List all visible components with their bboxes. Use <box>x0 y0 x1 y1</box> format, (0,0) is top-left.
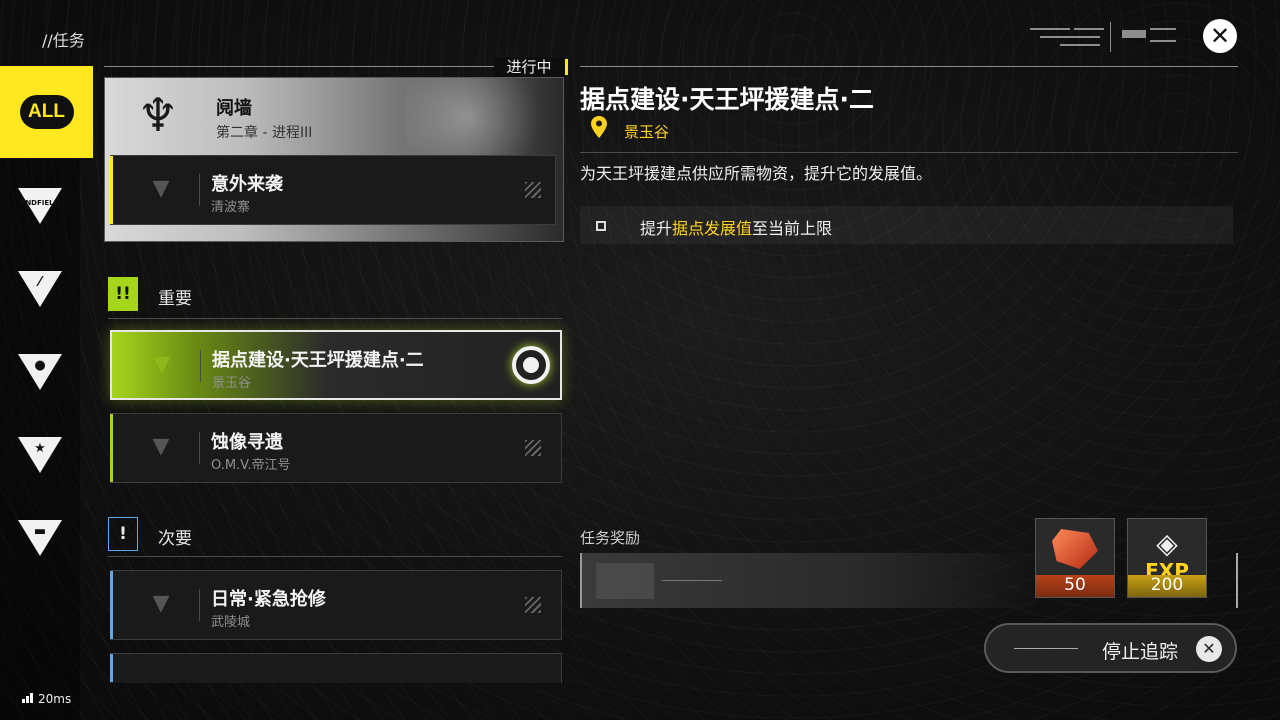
star-icon: ★ <box>18 437 62 473</box>
tracking-target-icon[interactable] <box>512 346 550 384</box>
quest-location: O.M.V.帝江号 <box>211 458 291 473</box>
person-icon: ● <box>18 354 62 390</box>
quest-location: 武陵城 <box>211 615 251 630</box>
section-divider <box>108 318 562 319</box>
endfield-logo-icon: ▼ <box>152 176 170 201</box>
important-section-icon: !! <box>108 277 138 311</box>
section-divider <box>108 556 562 557</box>
chapter-subtitle: 第二章 - 进程III <box>216 125 313 141</box>
arrow-icon <box>662 580 722 581</box>
sidebar-item-person[interactable]: ● <box>0 336 80 408</box>
endfield-logo-icon: ▼ <box>153 352 171 377</box>
important-section-label: 重要 <box>158 289 192 309</box>
endfield-logo-icon: ▼ <box>152 434 170 459</box>
quest-location: 景玉谷 <box>212 376 252 391</box>
reward-quantity: 200 <box>1150 575 1184 595</box>
crystal-reward-icon <box>1052 529 1098 569</box>
breadcrumb: //任务 <box>42 31 85 50</box>
exp-reward[interactable]: ◈ EXP 200 <box>1127 518 1207 598</box>
network-latency: 20ms <box>22 692 71 706</box>
minor-section-icon: ! <box>108 517 138 551</box>
sidebar-item-endfield[interactable]: ENDFIELD <box>0 170 80 242</box>
quest-title: 蚀像寻遗 <box>211 432 283 453</box>
close-button[interactable]: ✕ <box>1203 19 1237 53</box>
chapter-title: 阋墙 <box>216 98 252 119</box>
hud-decoration <box>1030 22 1180 52</box>
rewards-label: 任务奖励 <box>580 529 641 547</box>
supply-crate-icon <box>596 563 654 599</box>
rewards-end-marker <box>1236 553 1238 608</box>
sidebar-item-slash[interactable]: ⁄ <box>0 253 80 325</box>
hatch-icon <box>525 597 541 613</box>
objective-checkbox <box>596 221 606 231</box>
chapter-art <box>405 78 563 156</box>
hatch-icon <box>525 440 541 456</box>
signal-bars-icon <box>22 693 34 703</box>
endfield-icon: ENDFIELD <box>18 188 62 224</box>
progress-divider <box>104 66 494 67</box>
crystal-reward[interactable]: 50 <box>1035 518 1115 598</box>
sidebar-item-star[interactable]: ★ <box>0 419 80 491</box>
quest-description: 为天王坪援建点供应所需物资，提升它的发展值。 <box>580 164 933 183</box>
slash-icon: ⁄ <box>18 271 62 307</box>
hatch-icon <box>525 182 541 198</box>
close-icon: ✕ <box>1209 22 1231 50</box>
reward-quantity: 50 <box>1064 575 1086 595</box>
quest-row[interactable]: ▼ 蚀像寻遗 O.M.V.帝江号 <box>110 413 562 483</box>
sub-quest-card[interactable]: ▼ 意外来袭 清波寨 <box>110 155 556 225</box>
category-sidebar: ALL ENDFIELD ⁄ ● ★ ▬ <box>0 66 93 720</box>
quest-title: 据点建设·天王坪援建点·二 <box>212 350 424 371</box>
status-badge: 进行中 <box>494 57 568 77</box>
button-decoration <box>1014 648 1078 649</box>
sidebar-item-battery[interactable]: ▬ <box>0 502 80 574</box>
quest-title: 日常·紧急抢修 <box>211 589 326 610</box>
battery-icon: ▬ <box>18 520 62 556</box>
sidebar-item-all[interactable]: ALL <box>0 66 93 158</box>
all-icon: ALL <box>19 95 74 129</box>
objective-row: 提升据点发展值至当前上限 <box>580 206 1233 244</box>
exp-reward-icon: ◈ <box>1156 527 1178 560</box>
quest-row-selected[interactable]: ▼ 据点建设·天王坪援建点·二 景玉谷 <box>110 330 562 400</box>
location-pin-icon <box>591 116 607 138</box>
quest-title: 意外来袭 <box>211 174 283 195</box>
stop-tracking-button[interactable]: 停止追踪 ✕ <box>984 623 1237 673</box>
quest-detail-title: 据点建设·天王坪援建点·二 <box>580 85 874 114</box>
close-icon: ✕ <box>1196 636 1222 662</box>
endfield-logo-icon: ▼ <box>152 591 170 616</box>
quest-row-partial[interactable] <box>110 653 562 683</box>
objective-text: 提升据点发展值至当前上限 <box>640 219 833 238</box>
stop-tracking-label: 停止追踪 <box>1102 641 1179 663</box>
quest-detail-location: 景玉谷 <box>624 123 670 141</box>
demon-mask-icon: ♆ <box>137 88 179 142</box>
minor-section-label: 次要 <box>158 529 192 549</box>
detail-divider <box>580 152 1238 153</box>
rewards-strip <box>580 553 1040 608</box>
header-divider <box>580 66 1238 67</box>
quest-row[interactable]: ▼ 日常·紧急抢修 武陵城 <box>110 570 562 640</box>
quest-location: 清波寨 <box>211 200 251 215</box>
